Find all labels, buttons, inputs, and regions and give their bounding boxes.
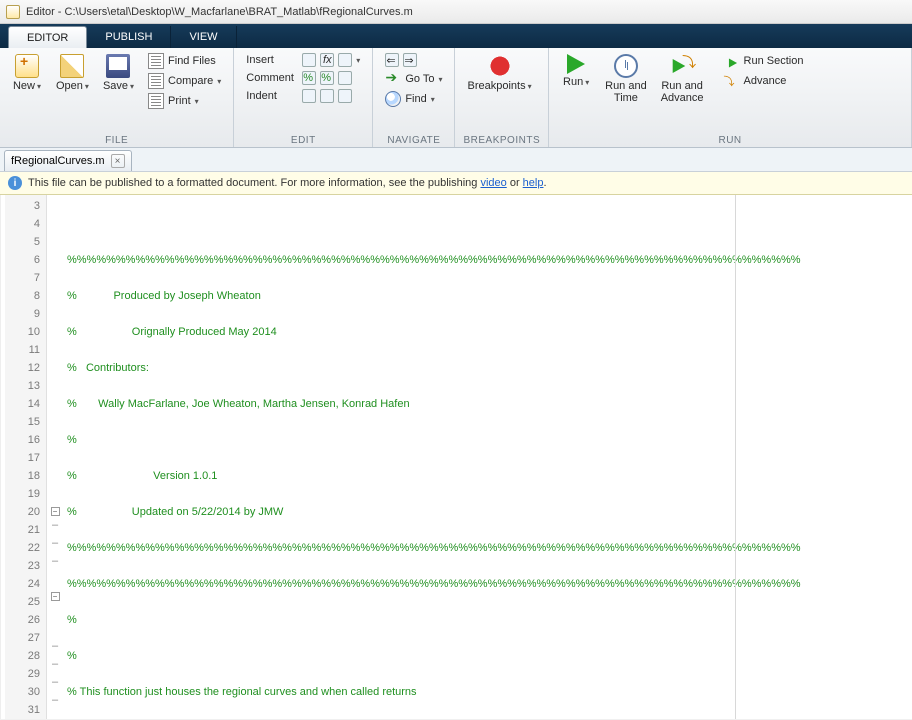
info-icon: i [8,176,22,190]
group-nav-label: NAVIGATE [381,133,446,146]
goto-button[interactable]: Go To ▾ [381,70,446,88]
group-edit: Insert fx ▾ Comment % % Indent [234,48,373,147]
nav-back-icon[interactable]: ⇐ [385,53,399,67]
publish-info-bar: i This file can be published to a format… [0,172,912,195]
insert-button[interactable]: Insert fx ▾ [242,52,364,68]
group-edit-label: EDIT [242,133,364,146]
insert-fx-icon[interactable]: fx [320,53,334,67]
fold-gutter[interactable]: −–––−–––– [47,195,63,719]
new-file-icon [15,54,39,78]
save-button[interactable]: Save [99,52,138,95]
comment-add-icon[interactable]: % [302,71,316,85]
advance-icon: ⤵ [724,73,740,89]
video-link[interactable]: video [480,177,506,189]
open-folder-icon [60,54,84,78]
indent-smart-icon[interactable] [338,89,352,103]
breakpoint-icon [488,54,512,78]
insert-section-icon[interactable] [302,53,316,67]
code-editor: 3456789101112131415161718192021222324252… [0,195,912,719]
tab-view[interactable]: VIEW [171,26,236,48]
run-section-icon [724,53,740,69]
group-run: Run Run and Time ⤵ Run and Advance Run S… [549,48,912,147]
find-button[interactable]: Find ▾ [381,90,446,108]
nav-fwd-icon[interactable]: ⇒ [403,53,417,67]
line-number-gutter[interactable]: 3456789101112131415161718192021222324252… [5,195,47,719]
tab-publish[interactable]: PUBLISH [87,26,171,48]
advance-button[interactable]: ⤵ Advance [720,72,808,90]
clock-icon [614,54,638,78]
group-breakpoints: Breakpoints BREAKPOINTS [455,48,549,147]
run-and-time-button[interactable]: Run and Time [601,52,651,106]
run-play-icon [567,54,585,74]
run-and-advance-button[interactable]: ⤵ Run and Advance [657,52,708,106]
window-titlebar: Editor - C:\Users\etal\Desktop\W_Macfarl… [0,0,912,24]
comment-wrap-icon[interactable] [338,71,352,85]
compare-icon [148,73,164,89]
indent-button[interactable]: Indent [242,88,364,104]
run-section-button[interactable]: Run Section [720,52,808,70]
file-tab[interactable]: fRegionalCurves.m × [4,150,132,171]
indent-right-icon[interactable] [302,89,316,103]
code-area[interactable]: %%%%%%%%%%%%%%%%%%%%%%%%%%%%%%%%%%%%%%%%… [63,195,912,719]
find-files-icon [148,53,164,69]
save-disk-icon [106,54,130,78]
new-button[interactable]: New [8,52,46,95]
app-icon [6,5,20,19]
breakpoints-button[interactable]: Breakpoints [463,52,535,95]
run-button[interactable]: Run [557,52,595,91]
file-tab-label: fRegionalCurves.m [11,155,105,167]
print-icon [148,93,164,109]
indent-left-icon[interactable] [320,89,334,103]
insert-more-icon[interactable] [338,53,352,67]
main-tabs: EDITOR PUBLISH VIEW [0,24,912,48]
compare-button[interactable]: Compare ▾ [144,72,225,90]
print-button[interactable]: Print ▾ [144,92,225,110]
group-file-label: FILE [8,133,225,146]
run-advance-icon: ⤵ [670,54,694,78]
group-navigate: ⇐ ⇒ Go To ▾ Find ▾ NAVIGATE [373,48,455,147]
group-run-label: RUN [557,133,903,146]
find-icon [385,91,401,107]
ribbon: New Open Save Find Files Compare ▾ [0,48,912,148]
open-button[interactable]: Open [52,52,93,95]
help-link[interactable]: help [523,177,544,189]
right-margin-rule [735,195,736,719]
window-title: Editor - C:\Users\etal\Desktop\W_Macfarl… [26,6,413,18]
goto-icon [385,71,401,87]
group-bp-label: BREAKPOINTS [463,133,540,146]
file-tabs-bar: fRegionalCurves.m × [0,148,912,172]
comment-remove-icon[interactable]: % [320,71,334,85]
comment-button[interactable]: Comment % % [242,70,364,86]
group-file: New Open Save Find Files Compare ▾ [0,48,234,147]
tab-editor[interactable]: EDITOR [8,26,87,48]
close-tab-icon[interactable]: × [111,154,125,168]
nav-back-fwd[interactable]: ⇐ ⇒ [381,52,446,68]
find-files-button[interactable]: Find Files [144,52,225,70]
